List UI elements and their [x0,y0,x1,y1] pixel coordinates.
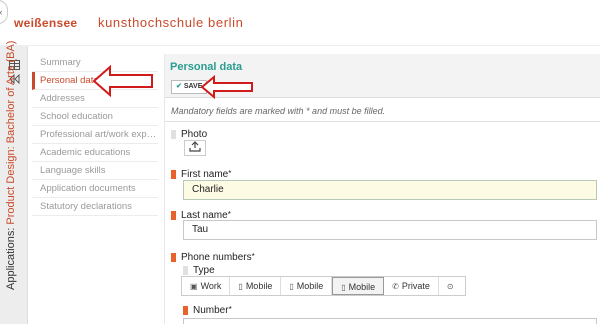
cancel-icon: ⊗ [213,83,219,90]
cancel-button[interactable]: ⊗ CANCEL [209,80,253,94]
required-field-marker [171,253,176,262]
phone-type-label: Work [200,281,222,291]
type-label: Type [193,265,215,276]
photo-upload-button[interactable] [184,140,206,156]
nav-item-personal-data[interactable]: Personal data [32,72,158,90]
phone-type-label: Mobile [296,281,324,291]
phone-type-mobile-selected[interactable]: ▯ Mobile [332,277,385,295]
nav-item-application-documents[interactable]: Application documents [32,180,158,198]
phone-type-work[interactable]: ▣ Work [182,277,231,295]
sidebar-toggle-tab[interactable]: ‹ [0,0,8,24]
nav-item-academic-educations[interactable]: Academic educations [32,144,158,162]
fax-icon: ▣ [190,282,198,291]
first-name-label-text: First name [181,169,229,180]
application-page: ‹ weißensee kunsthochschule berlin Appli… [0,0,600,324]
more-icon: ⊙ [446,282,454,291]
upload-icon [189,141,201,155]
cancel-label: CANCEL [220,83,250,90]
check-icon: ✔ [176,83,182,90]
application-program-label: Applications: Product Design: Bachelor o… [5,41,17,290]
divider [165,121,600,122]
logo[interactable]: weißensee [14,16,77,30]
required-asterisk: * [227,210,231,219]
optional-field-marker [183,266,188,275]
mandatory-note: Mandatory fields are marked with * and m… [171,106,386,116]
phone-type-label: Mobile [245,281,273,291]
number-label-text: Number [193,305,229,316]
save-button[interactable]: ✔ SAVE [171,80,208,94]
phone-numbers-label: Phone numbers* [181,252,255,263]
section-nav: Summary Personal data Addresses School e… [32,54,158,216]
nav-item-summary[interactable]: Summary [32,54,158,72]
rail-label-prefix: Applications: [5,227,17,290]
last-name-input[interactable]: Tau [183,220,597,240]
photo-label: Photo [181,129,208,140]
mobile-icon: ▯ [289,282,294,291]
required-field-marker [171,170,176,179]
phone-type-private[interactable]: ✆ Private [384,277,439,295]
number-label: Number* [193,305,232,316]
panel-header: Personal data ✔ SAVE ⊗ CANCEL [165,54,600,98]
phone-type-label: Mobile [348,282,376,292]
phone-type-label: Private [401,281,430,291]
nav-item-statutory-declarations[interactable]: Statutory declarations [32,198,158,216]
school-name: kunsthochschule berlin [98,15,244,30]
phone-type-selector: ▣ Work ▯ Mobile ▯ Mobile ▯ Mobile ✆ Private ⊙ [181,276,466,296]
required-asterisk: * [228,305,232,314]
required-asterisk: * [251,252,255,261]
phone-type-mobile[interactable]: ▯ Mobile [230,277,282,295]
mobile-icon: ▯ [341,283,346,292]
phone-numbers-label-text: Phone numbers [181,252,252,263]
required-asterisk: * [228,169,232,178]
nav-item-professional-experience[interactable]: Professional art/work exper... [32,126,158,144]
required-field-marker [183,306,188,315]
phone-number-input[interactable] [183,318,597,324]
mobile-icon: ▯ [238,282,243,291]
site-header: ‹ weißensee kunsthochschule berlin [0,0,600,46]
first-name-label: First name* [181,169,231,180]
panel-title: Personal data [170,61,243,73]
first-name-input[interactable]: Charlie [183,180,597,200]
personal-data-panel: Personal data ✔ SAVE ⊗ CANCEL Mandatory … [164,54,600,324]
rail-label-program: Product Design: Bachelor of Arts (BA) [5,40,17,225]
phone-type-mobile[interactable]: ▯ Mobile [281,277,333,295]
nav-item-language-skills[interactable]: Language skills [32,162,158,180]
nav-item-addresses[interactable]: Addresses [32,90,158,108]
phone-type-more[interactable]: ⊙ [439,277,465,295]
required-field-marker [171,211,176,220]
phone-icon: ✆ [392,282,399,291]
nav-item-school-education[interactable]: School education [32,108,158,126]
optional-field-marker [171,130,176,139]
save-label: SAVE [183,83,203,90]
